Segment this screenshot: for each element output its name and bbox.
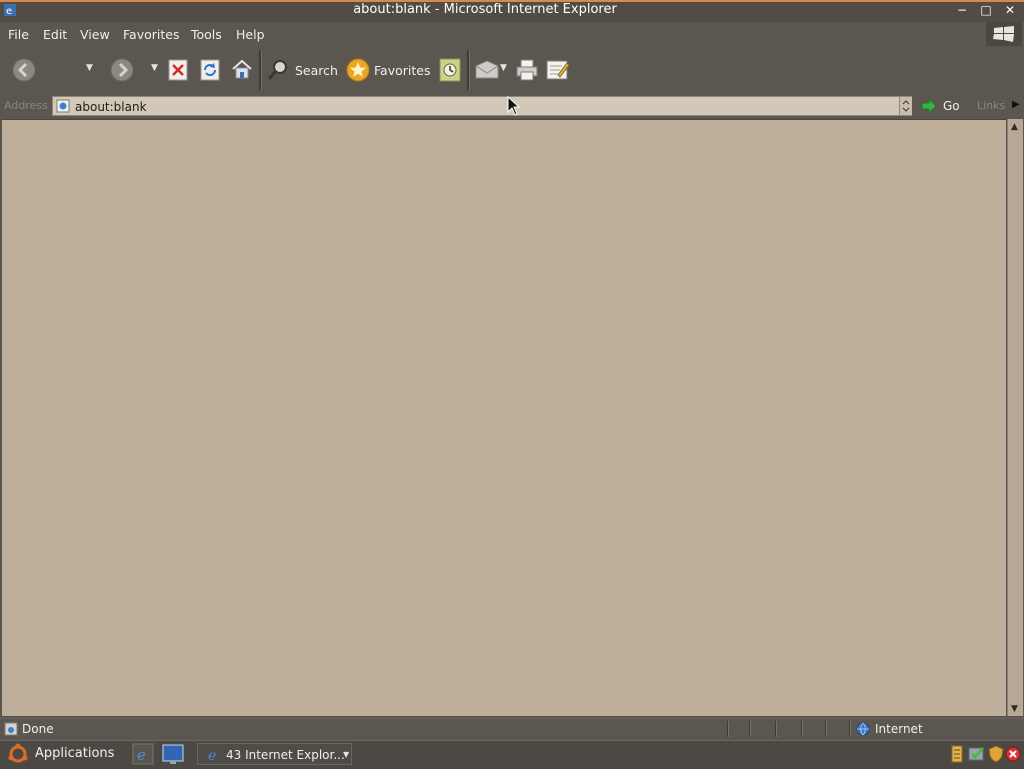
favorites-icon[interactable] — [345, 57, 371, 83]
windows-logo — [986, 22, 1022, 46]
window-title: about:blank - Microsoft Internet Explore… — [353, 2, 617, 17]
mouse-cursor-icon — [507, 96, 521, 116]
search-icon[interactable] — [267, 58, 289, 82]
print-icon[interactable] — [515, 58, 539, 82]
windows-flag-icon — [993, 26, 1014, 42]
toolbar-separator — [467, 50, 470, 90]
svg-text:e: e — [137, 746, 146, 764]
address-url[interactable]: about:blank — [75, 100, 147, 114]
favorites-button-label[interactable]: Favorites — [374, 63, 430, 78]
status-page-icon — [4, 722, 18, 736]
refresh-icon[interactable] — [200, 59, 220, 81]
status-divider — [749, 721, 751, 737]
desktop-launcher-icon[interactable] — [162, 743, 184, 765]
forward-dropdown-icon[interactable]: ▼ — [151, 63, 158, 73]
status-divider — [727, 721, 729, 737]
taskbar-window-label: 43 Internet Explor... — [226, 748, 345, 762]
address-label: Address — [4, 99, 48, 112]
close-button[interactable]: ✕ — [1001, 2, 1019, 18]
toolbar-separator — [259, 50, 262, 90]
alert-tray-icon[interactable] — [1005, 745, 1021, 763]
internet-zone-icon — [856, 722, 870, 736]
status-divider — [825, 721, 827, 737]
back-dropdown-icon[interactable]: ▼ — [86, 63, 93, 73]
stop-icon[interactable] — [168, 59, 188, 81]
menu-file[interactable]: File — [8, 27, 29, 42]
page-content[interactable] — [2, 119, 1006, 716]
search-button-label[interactable]: Search — [295, 63, 338, 78]
address-input[interactable] — [52, 96, 912, 116]
menu-view[interactable]: View — [80, 27, 110, 42]
links-chevron-icon[interactable]: ▶ — [1012, 99, 1020, 110]
mail-icon[interactable] — [474, 58, 500, 82]
go-button-label[interactable]: Go — [943, 99, 960, 113]
status-divider — [801, 721, 803, 737]
status-text: Done — [22, 722, 54, 736]
status-divider — [849, 721, 851, 737]
links-label[interactable]: Links — [977, 99, 1005, 112]
clipboard-tray-icon[interactable] — [951, 745, 963, 763]
scroll-down-icon[interactable]: ▼ — [1007, 702, 1022, 716]
security-shield-icon[interactable] — [988, 745, 1004, 763]
status-divider — [775, 721, 777, 737]
menu-edit[interactable]: Edit — [43, 27, 67, 42]
go-arrow-icon[interactable] — [920, 97, 938, 115]
security-zone-label: Internet — [875, 722, 923, 736]
menu-favorites[interactable]: Favorites — [123, 27, 179, 42]
history-icon[interactable] — [439, 58, 461, 82]
menu-help[interactable]: Help — [236, 27, 265, 42]
minimize-button[interactable]: − — [953, 2, 971, 18]
chevron-updown-icon — [902, 100, 910, 112]
menu-tools[interactable]: Tools — [191, 27, 222, 42]
ie-launcher-icon[interactable]: e — [132, 743, 154, 765]
mail-dropdown-icon[interactable]: ▼ — [500, 63, 507, 73]
ie-task-icon: e — [208, 748, 216, 762]
page-icon — [56, 99, 70, 113]
vertical-scrollbar[interactable] — [1007, 119, 1023, 716]
ubuntu-logo-icon[interactable] — [7, 743, 29, 765]
edit-icon[interactable] — [546, 58, 570, 82]
back-icon[interactable] — [11, 57, 37, 83]
maximize-button[interactable]: □ — [977, 2, 995, 18]
home-icon[interactable] — [231, 58, 253, 80]
address-dropdown[interactable] — [899, 97, 912, 115]
applications-menu[interactable]: Applications — [35, 746, 114, 761]
scroll-up-icon[interactable]: ▲ — [1007, 120, 1022, 134]
svg-text:e: e — [208, 748, 216, 762]
forward-icon[interactable] — [109, 57, 135, 83]
status-bar — [0, 718, 1024, 741]
taskbar-dropdown-icon[interactable]: ▼ — [343, 750, 349, 759]
update-tray-icon[interactable] — [968, 745, 986, 763]
